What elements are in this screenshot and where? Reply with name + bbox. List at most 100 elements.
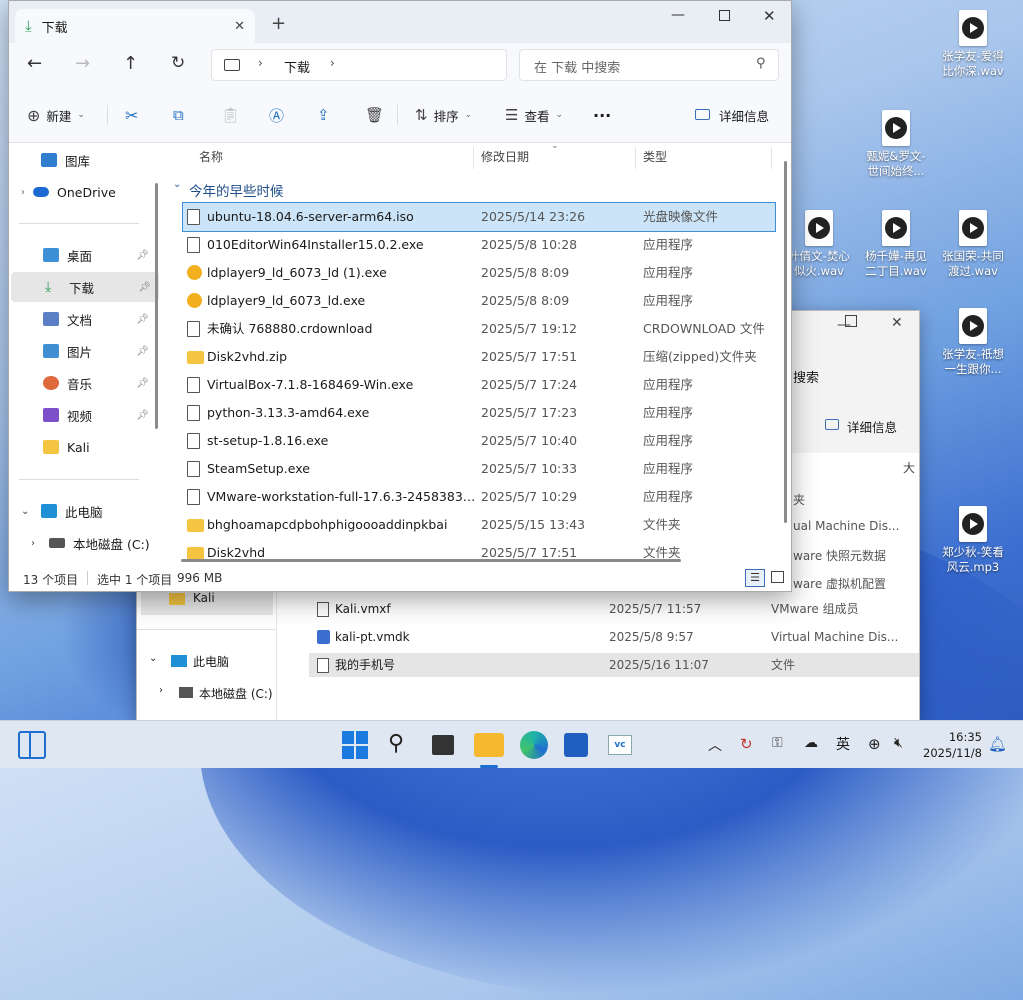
breadcrumb[interactable]: 下载 bbox=[284, 57, 310, 76]
close-tab-icon[interactable]: ✕ bbox=[234, 19, 245, 34]
store-icon[interactable] bbox=[564, 733, 588, 757]
file-explorer-window[interactable]: ⤓ 下载 ✕ + — ✕ ← → ↑ ↻ › 下载 › 在 下载 中搜索 ⚲ ⊕… bbox=[8, 0, 792, 592]
pin-icon[interactable]: 📌︎ bbox=[136, 378, 149, 389]
new-tab-button[interactable]: + bbox=[271, 13, 286, 34]
speaker-muted-icon[interactable]: 🔇︎ bbox=[894, 735, 903, 751]
usb-icon[interactable]: ⚿ bbox=[772, 735, 783, 751]
pin-icon[interactable]: 📌︎ bbox=[138, 282, 151, 293]
nav-item-pictures[interactable]: 图片 📌︎ bbox=[9, 336, 157, 366]
pin-icon[interactable]: 📌︎ bbox=[136, 314, 149, 325]
copy-icon[interactable]: ⧉ bbox=[173, 101, 184, 129]
chevron-up-icon[interactable]: ︿ bbox=[708, 735, 722, 755]
desktop-file[interactable]: 张学友-祇想 一生跟你... bbox=[938, 308, 1008, 377]
desktop-file[interactable]: 杨千嬅-再见 二丁目.wav bbox=[861, 210, 931, 279]
view-button[interactable]: ☰ 查看 ⌄ bbox=[505, 101, 563, 129]
up-arrow-icon[interactable]: ↑ bbox=[123, 53, 138, 74]
start-icon[interactable] bbox=[342, 731, 370, 759]
group-header[interactable]: 今年的早些时候 bbox=[189, 180, 284, 200]
ime-indicator[interactable]: 英 bbox=[836, 734, 850, 754]
sync-icon[interactable]: ↻ bbox=[740, 735, 753, 753]
vmware-icon[interactable]: vc bbox=[608, 735, 632, 755]
paste-icon[interactable]: 📋︎ bbox=[221, 101, 240, 129]
list-item[interactable]: kali-pt.vmdk 2025/5/8 9:57 Virtual Machi… bbox=[313, 625, 919, 649]
list-item[interactable]: Kali.vmxf 2025/5/7 11:57 VMware 组成员 bbox=[313, 597, 919, 621]
desktop-file[interactable]: 张学友-爱得 比你深.wav bbox=[938, 10, 1008, 79]
new-button[interactable]: ⊕ 新建 ⌄ bbox=[27, 101, 85, 129]
more-options-icon[interactable]: ··· bbox=[593, 101, 611, 129]
list-scrollbar[interactable] bbox=[784, 161, 787, 523]
chevron-down-icon[interactable]: ⌄ bbox=[149, 653, 157, 664]
desktop-file[interactable]: 张国荣-共同 渡过.wav bbox=[938, 210, 1008, 279]
file-explorer-icon[interactable] bbox=[474, 733, 504, 757]
nav-item-onedrive[interactable]: › OneDrive bbox=[9, 177, 157, 207]
column-header-date[interactable]: 修改日期 bbox=[481, 143, 529, 171]
column-header-name[interactable]: 名称 bbox=[199, 143, 223, 171]
search-fragment[interactable]: 搜索 bbox=[793, 367, 819, 386]
horizontal-scrollbar[interactable] bbox=[181, 559, 681, 562]
file-row[interactable]: VMware-workstation-full-17.6.3-24583834.… bbox=[183, 483, 775, 511]
address-box[interactable]: › 下载 › bbox=[211, 49, 507, 81]
notification-bell-icon[interactable]: 🔔︎ bbox=[988, 735, 1007, 753]
column-header-type[interactable]: 类型 bbox=[643, 143, 667, 171]
file-row[interactable]: ubuntu-18.04.6-server-arm64.iso 2025/5/14… bbox=[182, 202, 776, 232]
back-arrow-icon[interactable]: ← bbox=[27, 53, 42, 74]
nav-item-gallery[interactable]: 图库 bbox=[9, 145, 157, 175]
list-item[interactable]: 我的手机号 2025/5/16 11:07 文件 bbox=[309, 653, 919, 677]
edge-icon[interactable] bbox=[520, 731, 548, 759]
file-row[interactable]: SteamSetup.exe 2025/5/7 10:33 应用程序 bbox=[183, 455, 775, 483]
task-view-icon[interactable] bbox=[432, 735, 454, 755]
nav-item-music[interactable]: 音乐 📌︎ bbox=[9, 368, 157, 398]
file-row[interactable]: Disk2vhd.zip 2025/5/7 17:51 压缩(zipped)文件夹 bbox=[183, 343, 775, 371]
widgets-icon[interactable] bbox=[18, 731, 46, 759]
globe-icon[interactable]: ⊕ bbox=[868, 735, 881, 753]
file-row[interactable]: ldplayer9_ld_6073_ld.exe 2025/5/8 8:09 应用程… bbox=[183, 287, 775, 315]
minimize-button[interactable]: — bbox=[671, 7, 685, 23]
nav-item-desktop[interactable]: 桌面 📌︎ bbox=[9, 240, 157, 270]
desktop-file[interactable]: 甄妮&罗文- 世间始终... bbox=[861, 110, 931, 179]
nav-item-this-pc[interactable]: 此电脑 bbox=[193, 653, 229, 670]
file-row[interactable]: bhghoamapcdpbohphigoooaddinpkbai 2025/5/1… bbox=[183, 511, 775, 539]
nav-item-disk-c[interactable]: 本地磁盘 (C:) bbox=[199, 685, 273, 702]
nav-scrollbar[interactable] bbox=[155, 183, 158, 429]
desktop-file[interactable]: 郑少秋-笑看 风云.mp3 bbox=[938, 506, 1008, 575]
search-icon[interactable]: ⚲ bbox=[388, 731, 416, 759]
nav-item-documents[interactable]: 文档 📌︎ bbox=[9, 304, 157, 334]
forward-arrow-icon[interactable]: → bbox=[75, 53, 90, 74]
nav-item-disk-c[interactable]: › 本地磁盘 (C:) bbox=[9, 528, 157, 558]
nav-item-kali[interactable]: Kali bbox=[193, 591, 215, 605]
tab-downloads[interactable]: ⤓ 下载 ✕ bbox=[15, 9, 255, 43]
details-view-icon[interactable]: ☰ bbox=[745, 569, 765, 587]
tiles-view-icon[interactable] bbox=[771, 571, 784, 583]
cloud-off-icon[interactable]: ☁︎ bbox=[804, 735, 818, 751]
search-input[interactable]: 在 下载 中搜索 bbox=[534, 57, 620, 76]
maximize-icon[interactable] bbox=[845, 315, 857, 327]
file-row[interactable]: 010EditorWin64Installer15.0.2.exe 2025/5/… bbox=[183, 231, 775, 259]
chevron-down-icon[interactable]: ⌄ bbox=[173, 179, 181, 190]
chevron-right-icon[interactable]: › bbox=[159, 685, 163, 696]
nav-item-videos[interactable]: 视频 📌︎ bbox=[9, 400, 157, 430]
close-icon[interactable]: ✕ bbox=[891, 315, 903, 331]
file-row[interactable]: ldplayer9_ld_6073_ld (1).exe 2025/5/8 8:0… bbox=[183, 259, 775, 287]
nav-item-kali[interactable]: Kali bbox=[9, 432, 157, 462]
maximize-button[interactable] bbox=[719, 10, 730, 21]
share-icon[interactable]: ⇪ bbox=[317, 101, 330, 129]
delete-icon[interactable]: 🗑︎ bbox=[365, 101, 384, 129]
chevron-right-icon[interactable]: › bbox=[330, 56, 335, 70]
rename-icon[interactable]: Ⓐ bbox=[269, 101, 284, 129]
file-row[interactable]: 未确认 768880.crdownload 2025/5/7 19:12 CRDOW… bbox=[183, 315, 775, 343]
file-row[interactable]: VirtualBox-7.1.8-168469-Win.exe 2025/5/7 … bbox=[183, 371, 775, 399]
sort-button[interactable]: ⇅ 排序 ⌄ bbox=[415, 101, 472, 129]
pin-icon[interactable]: 📌︎ bbox=[136, 250, 149, 261]
pin-icon[interactable]: 📌︎ bbox=[136, 346, 149, 357]
details-pane-button[interactable]: 详细信息 bbox=[695, 101, 769, 129]
details-pane-button[interactable]: 详细信息 bbox=[847, 417, 897, 436]
file-row[interactable]: python-3.13.3-amd64.exe 2025/5/7 17:23 应用程… bbox=[183, 399, 775, 427]
file-row[interactable]: st-setup-1.8.16.exe 2025/5/7 10:40 应用程序 bbox=[183, 427, 775, 455]
search-box[interactable]: 在 下载 中搜索 ⚲ bbox=[519, 49, 779, 81]
nav-item-this-pc[interactable]: ⌄ 此电脑 bbox=[9, 496, 157, 526]
pin-icon[interactable]: 📌︎ bbox=[136, 410, 149, 421]
desktop-file[interactable]: 叶倩文-焚心 似火.wav bbox=[784, 210, 854, 279]
refresh-icon[interactable]: ↻ bbox=[171, 53, 185, 73]
nav-item-downloads[interactable]: ⤓ 下载 📌︎ bbox=[11, 272, 159, 302]
cut-icon[interactable]: ✂ bbox=[125, 101, 138, 129]
